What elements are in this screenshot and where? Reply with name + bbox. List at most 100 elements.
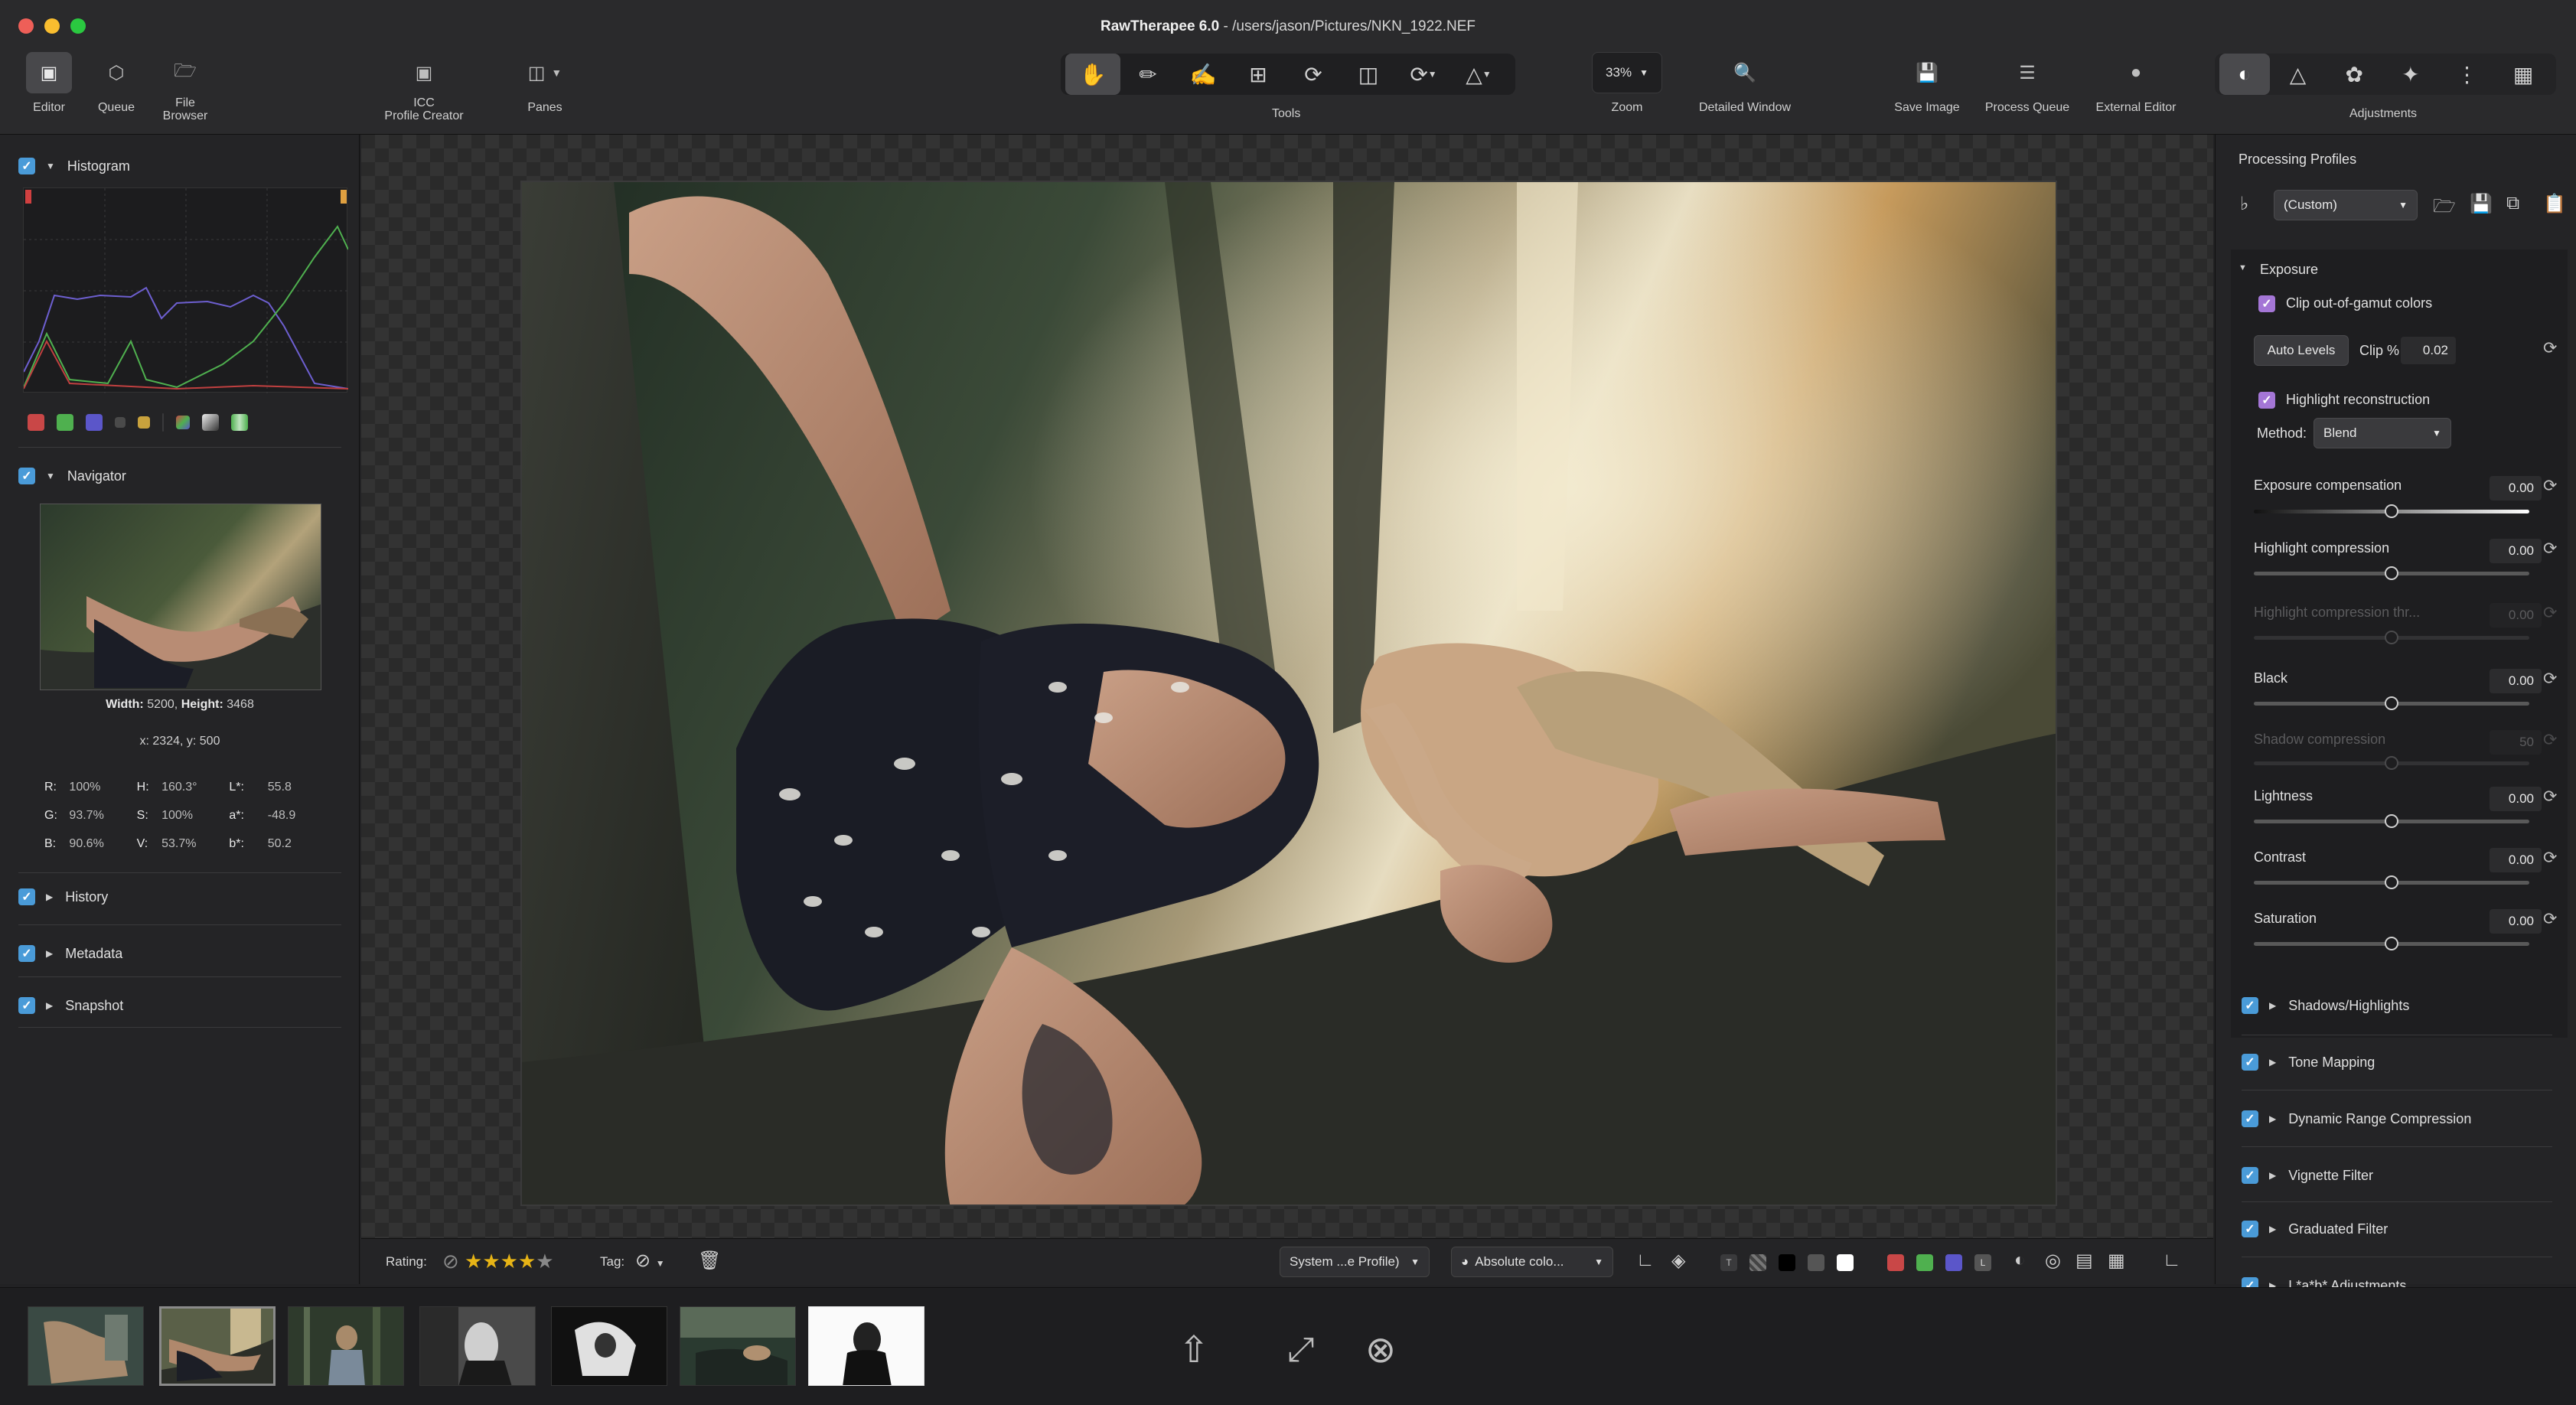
star-icon-filled[interactable]: ★ (465, 1250, 482, 1273)
contrast-value[interactable]: 0.00 (2490, 848, 2542, 872)
filmstrip-thumbnail[interactable] (551, 1306, 667, 1386)
black-value[interactable]: 0.00 (2490, 669, 2542, 693)
histogram-mode-icon[interactable] (231, 414, 248, 431)
history-checkbox[interactable]: ✓ (18, 888, 35, 905)
reset-icon[interactable]: ⟳ (2543, 539, 2557, 559)
metadata-checkbox[interactable]: ✓ (18, 945, 35, 962)
luminance-preview-icon[interactable]: L (1974, 1254, 1991, 1271)
section-checkbox[interactable]: ✓ (2242, 1221, 2258, 1237)
process-queue-button[interactable]: ☰ Process Queue (1976, 52, 2079, 115)
section-checkbox[interactable]: ✓ (2242, 1167, 2258, 1184)
rating-stars[interactable]: ⊘ ★★★★★ (442, 1250, 554, 1273)
editor-tab[interactable]: ▣ Editor (18, 52, 80, 114)
vignette-filter-section[interactable]: ✓ ▶ Vignette Filter (2242, 1162, 2552, 1189)
paste-profile-icon[interactable]: 📋 (2543, 193, 2566, 215)
navigator-checkbox[interactable]: ✓ (18, 468, 35, 484)
queue-tab[interactable]: ⬡ Queue (86, 52, 147, 115)
output-profile-dropdown[interactable]: System ...e Profile) ▼ (1280, 1247, 1430, 1277)
green-channel-toggle[interactable] (57, 414, 73, 431)
crop-icon[interactable]: ⊞ (1231, 54, 1286, 95)
saturation-value[interactable]: 0.00 (2490, 909, 2542, 934)
red-channel-toggle[interactable] (28, 414, 44, 431)
tag-dropdown[interactable]: ⊘ ▼ (635, 1250, 665, 1272)
exposure-title[interactable]: Exposure (2260, 262, 2318, 278)
exit-fullscreen-icon[interactable]: ⤢ (1255, 1315, 1347, 1384)
close-circle-icon[interactable]: ⊗ (1335, 1315, 1427, 1384)
clip-percent-input[interactable]: 0.02 (2401, 337, 2456, 364)
exposure-compensation-value[interactable]: 0.00 (2490, 476, 2542, 500)
shadows-highlights-section[interactable]: ✓ ▶ Shadows/Highlights (2242, 992, 2552, 1019)
save-profile-icon[interactable]: 💾 (2470, 193, 2493, 215)
filmstrip-thumbnail[interactable] (680, 1306, 796, 1386)
checker-bg-button[interactable] (1749, 1254, 1766, 1271)
file-browser-tab[interactable]: 🗁 File Browser (155, 52, 216, 123)
reset-icon[interactable]: ⟳ (2543, 476, 2557, 496)
slider-knob[interactable] (2385, 504, 2398, 518)
reset-icon[interactable]: ⟳ (2543, 338, 2557, 358)
perspective-icon[interactable]: △ ▼ (1451, 54, 1506, 95)
white-balance-picker-icon[interactable]: ✏ (1120, 54, 1176, 95)
raw-histogram-icon[interactable] (176, 416, 190, 429)
metadata-tab-icon[interactable]: ▦ (2495, 54, 2552, 95)
histogram-checkbox[interactable]: ✓ (18, 158, 35, 174)
slider-knob[interactable] (2385, 875, 2398, 889)
snapshot-checkbox[interactable]: ✓ (18, 997, 35, 1014)
triangle-down-icon[interactable]: ▼ (2239, 263, 2247, 272)
trash-icon[interactable]: 🗑 (698, 1250, 721, 1272)
history-header[interactable]: ✓ ▶ History (18, 883, 341, 911)
icc-profile-creator-button[interactable]: ▣ ICC Profile Creator (377, 52, 471, 123)
slider-knob[interactable] (2385, 696, 2398, 710)
highlight-compression-value[interactable]: 0.00 (2490, 539, 2542, 563)
detailed-window-button[interactable]: 🔍 Detailed Window (1685, 52, 1805, 115)
folder-open-icon[interactable]: 🗁 (2433, 193, 2456, 224)
gamut-check-icon[interactable]: ∟ (1636, 1250, 1655, 1271)
zoom-dropdown[interactable]: 33% ▼ (1592, 52, 1662, 93)
transform-icon[interactable]: ⟳ ▼ (1396, 54, 1451, 95)
metadata-header[interactable]: ✓ ▶ Metadata (18, 940, 341, 967)
chroma-toggle[interactable] (138, 416, 150, 429)
highlight-recon-checkbox[interactable]: ✓ (2258, 392, 2275, 409)
graduated-filter-section[interactable]: ✓ ▶ Graduated Filter (2242, 1215, 2552, 1243)
auto-levels-button[interactable]: Auto Levels (2254, 335, 2349, 366)
external-editor-button[interactable]: ● External Editor (2086, 52, 2186, 114)
soft-proof-icon[interactable]: ◈ (1671, 1250, 1685, 1272)
exposure-tab-icon[interactable]: ◐ (2219, 54, 2270, 95)
navigator-thumbnail[interactable] (40, 504, 321, 690)
snapshot-header[interactable]: ✓ ▶ Snapshot (18, 992, 341, 1019)
dynamic-range-compression-section[interactable]: ✓ ▶ Dynamic Range Compression (2242, 1105, 2552, 1133)
star-icon-filled[interactable]: ★ (501, 1250, 518, 1273)
focus-mask-icon[interactable]: ◐ (2014, 1250, 2026, 1271)
rotate-icon[interactable]: ⟳ (1286, 54, 1341, 95)
luminance-toggle[interactable] (115, 417, 126, 428)
advanced-tab-icon[interactable]: ✦ (2382, 54, 2439, 95)
star-icon-filled[interactable]: ★ (518, 1250, 536, 1273)
color-picker-icon[interactable]: ✍ (1176, 54, 1231, 95)
copy-profile-icon[interactable]: ⧉ (2506, 193, 2519, 214)
before-after-icon[interactable]: ◫ (1341, 54, 1396, 95)
method-dropdown[interactable]: Blend ▼ (2314, 418, 2451, 448)
background-theme-icon[interactable]: T (1720, 1254, 1737, 1271)
slider-knob[interactable] (2385, 566, 2398, 580)
underexposed-icon[interactable]: ▤ (2075, 1250, 2093, 1272)
reset-icon[interactable]: ⟳ (2543, 848, 2557, 868)
section-checkbox[interactable]: ✓ (2242, 1054, 2258, 1071)
histogram-header[interactable]: ✓ ▼ Histogram (18, 152, 341, 180)
blue-channel-preview[interactable] (1945, 1254, 1962, 1271)
reset-icon[interactable]: ⟳ (2543, 669, 2557, 689)
profile-dropdown[interactable]: (Custom) ▼ (2274, 190, 2418, 220)
bar-display-icon[interactable] (202, 414, 219, 431)
slider-knob[interactable] (2385, 814, 2398, 828)
slider-knob[interactable] (2385, 937, 2398, 950)
save-image-button[interactable]: 💾 Save Image (1887, 52, 1967, 115)
white-bg-button[interactable] (1837, 1254, 1854, 1271)
filmstrip-thumbnail[interactable] (419, 1306, 536, 1386)
star-icon-empty[interactable]: ★ (536, 1250, 553, 1273)
overexposed-icon[interactable]: ▦ (2108, 1250, 2125, 1272)
profile-fill-mode-icon[interactable]: ♭ (2240, 193, 2248, 215)
detail-tab-icon[interactable]: △ (2270, 54, 2327, 95)
hand-tool-icon[interactable]: ✋ (1065, 54, 1120, 95)
navigator-header[interactable]: ✓ ▼ Navigator (18, 462, 341, 490)
rendering-intent-dropdown[interactable]: ◕ Absolute colo... ▼ (1451, 1247, 1613, 1277)
panes-button[interactable]: ◫ ▼ Panes (507, 52, 583, 115)
clear-rating-icon[interactable]: ⊘ (442, 1250, 459, 1273)
